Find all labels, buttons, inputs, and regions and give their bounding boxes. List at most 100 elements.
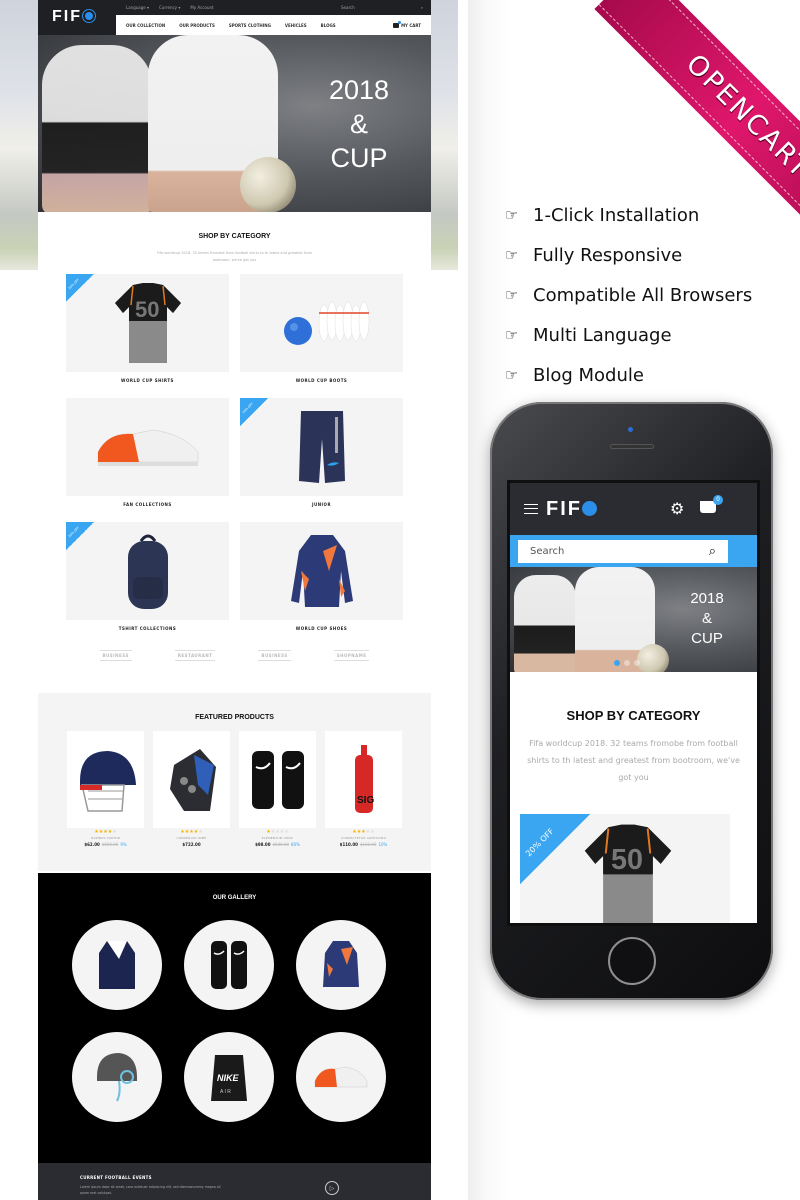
discount-badge: 20% OFF — [66, 274, 94, 302]
brand-logo[interactable]: SHOPNAME — [333, 650, 370, 661]
star-empty-icon: ★ — [198, 829, 203, 835]
star-rating: ★★★★★ — [325, 829, 402, 835]
product-card[interactable] — [67, 731, 144, 828]
shirt-image: 50 — [114, 283, 181, 363]
mobile-category-description: Fifa worldcup 2018. 32 teams fromobe fro… — [527, 739, 740, 782]
product-name[interactable]: DAPIBUS TORTOR — [67, 836, 144, 840]
feature-item: ☞ Blog Module — [505, 364, 644, 386]
discount-badge: 20% OFF — [240, 398, 268, 426]
mobile-logo[interactable]: FIF — [546, 498, 597, 521]
brand-logos: BUSINESS RESTAURANT BUSINESS SHOPNAME — [38, 650, 431, 661]
water-bottle-image: SIG — [354, 744, 374, 813]
mobile-hero-banner[interactable]: 2018 & CUP — [510, 567, 757, 672]
category-label[interactable]: FAN COLLECTIONS — [66, 502, 229, 507]
language-dropdown[interactable]: Language ▾ — [126, 5, 149, 10]
gallery-item-shin-guards[interactable] — [184, 920, 274, 1010]
gallery-item-helmet[interactable] — [72, 1032, 162, 1122]
nav-vehicles[interactable]: VEHICLES — [285, 23, 307, 28]
play-video-button[interactable]: ▷ — [325, 1181, 339, 1195]
star-rating: ★★★★★ — [67, 829, 144, 835]
category-label[interactable]: WORLD CUP SHIRTS — [66, 378, 229, 383]
category-tile-fan-collections[interactable] — [66, 398, 229, 496]
star-empty-icon: ★ — [112, 829, 117, 835]
shorts-image — [298, 411, 345, 483]
cart-icon — [393, 20, 402, 28]
gallery-item-ski-jacket[interactable] — [296, 920, 386, 1010]
gallery-item-sneaker[interactable] — [296, 1032, 386, 1122]
site-logo[interactable]: FIF — [52, 8, 95, 26]
category-label[interactable]: WORLD CUP BOOTS — [240, 378, 403, 383]
category-tile-world-cup-shirts[interactable]: 20% OFF 50 — [66, 274, 229, 372]
hero-text: 2018 & CUP — [690, 590, 724, 647]
cart-count-badge: 0 — [713, 495, 723, 505]
nav-our-products[interactable]: OUR PRODUCTS — [179, 23, 215, 28]
product-price: $98.00 $540.00 80% — [255, 842, 300, 847]
earpiece-speaker — [610, 444, 654, 449]
feature-list: ☞ 1-Click Installation ☞ Fully Responsive … — [505, 195, 752, 395]
gallery-item-drawstring-bag[interactable]: NIKE A I R — [184, 1032, 274, 1122]
brand-logo[interactable]: BUSINESS — [258, 650, 291, 661]
shin-guards-image — [211, 941, 247, 989]
category-tile-world-cup-boots[interactable] — [240, 274, 403, 372]
hero-banner[interactable]: 2018 & CUP — [38, 35, 431, 212]
svg-text:50: 50 — [611, 844, 643, 876]
mobile-search-bar: Search ⌕ — [510, 535, 757, 567]
cart-button[interactable]: MY CART — [393, 20, 431, 28]
product-name[interactable]: ELEMENTUM URNA — [239, 836, 316, 840]
hero-text: 2018 & CUP — [328, 75, 390, 173]
mobile-search-input[interactable]: Search ⌕ — [518, 540, 728, 563]
search-icon[interactable]: ⌕ — [421, 5, 423, 10]
svg-text:A I R: A I R — [220, 1089, 231, 1095]
discount-badge: 20% OFF — [66, 522, 94, 550]
star-empty-icon: ★ — [284, 829, 289, 835]
backpack-image — [127, 534, 168, 609]
product-meta: ★★★★★ CONSECTETUR ADIPISCING $110.00 $122… — [325, 829, 402, 847]
player-image — [42, 45, 152, 212]
brand-logo[interactable]: BUSINESS — [99, 650, 132, 661]
home-button[interactable] — [608, 937, 656, 985]
stadium-background-right — [430, 0, 458, 270]
product-name[interactable]: CONSEQUAT NIBH — [153, 836, 230, 840]
my-account-link[interactable]: My Account — [190, 5, 213, 10]
slider-dot[interactable] — [624, 660, 630, 666]
svg-text:50: 50 — [135, 297, 159, 322]
category-label[interactable]: TSHIRT COLLECTIONS — [66, 626, 229, 631]
product-card[interactable]: SIG — [325, 731, 402, 828]
mobile-header: FIF ⚙ 0 — [510, 483, 757, 535]
drawstring-bag-image: NIKE A I R — [211, 1055, 247, 1101]
main-nav: OUR COLLECTION OUR PRODUCTS SPORTS CLOTH… — [116, 15, 431, 35]
category-tile-junior[interactable]: 20% OFF — [240, 398, 403, 496]
cricket-helmet-image — [79, 750, 136, 812]
category-tile-tshirt-collections[interactable]: 20% OFF — [66, 522, 229, 620]
slider-dot-active[interactable] — [614, 660, 620, 666]
gallery-section: OUR GALLERY NIKE A I R — [38, 873, 431, 1163]
nav-our-collection[interactable]: OUR COLLECTION — [126, 23, 165, 28]
product-card[interactable] — [153, 731, 230, 828]
shop-by-category-description: Fifa worldcup 2018. 32 teams fromobe fro… — [157, 251, 312, 262]
currency-dropdown[interactable]: Currency ▾ — [159, 5, 180, 10]
mobile-site-preview: FIF ⚙ 0 Search ⌕ 2018 & CUP SHOP BY CATE… — [507, 480, 760, 926]
stadium-background-left — [0, 0, 40, 270]
jacket-image — [290, 535, 353, 607]
play-icon: ▷ — [329, 1184, 335, 1192]
gear-icon[interactable]: ⚙ — [670, 499, 684, 518]
brand-logo[interactable]: RESTAURANT — [174, 650, 216, 661]
nav-blogs[interactable]: BLOGS — [321, 23, 336, 28]
slider-dot[interactable] — [634, 660, 640, 666]
svg-text:NIKE: NIKE — [217, 1073, 239, 1083]
track-jacket-image — [99, 941, 135, 989]
search-input[interactable]: Search ⌕ — [341, 5, 431, 10]
mobile-category-tile[interactable]: 20% OFF 50 — [520, 814, 730, 923]
soccer-ball-flame-icon — [582, 501, 597, 516]
nav-sports-clothing[interactable]: SPORTS CLOTHING — [229, 23, 271, 28]
product-price: $110.00 $122.00 10% — [339, 842, 388, 847]
featured-products-section: FEATURED PRODUCTS SIG ★★★★★ DAPIBUS TORT… — [38, 693, 431, 871]
product-name[interactable]: CONSECTETUR ADIPISCING — [325, 836, 402, 840]
category-label[interactable]: WORLD CUP SHOES — [240, 626, 403, 631]
category-label[interactable]: JUNIOR — [240, 502, 403, 507]
category-tile-world-cup-shoes[interactable] — [240, 522, 403, 620]
product-card[interactable] — [239, 731, 316, 828]
search-icon[interactable]: ⌕ — [709, 544, 716, 559]
hamburger-menu-icon[interactable] — [524, 504, 538, 514]
gallery-item-track-jacket[interactable] — [72, 920, 162, 1010]
